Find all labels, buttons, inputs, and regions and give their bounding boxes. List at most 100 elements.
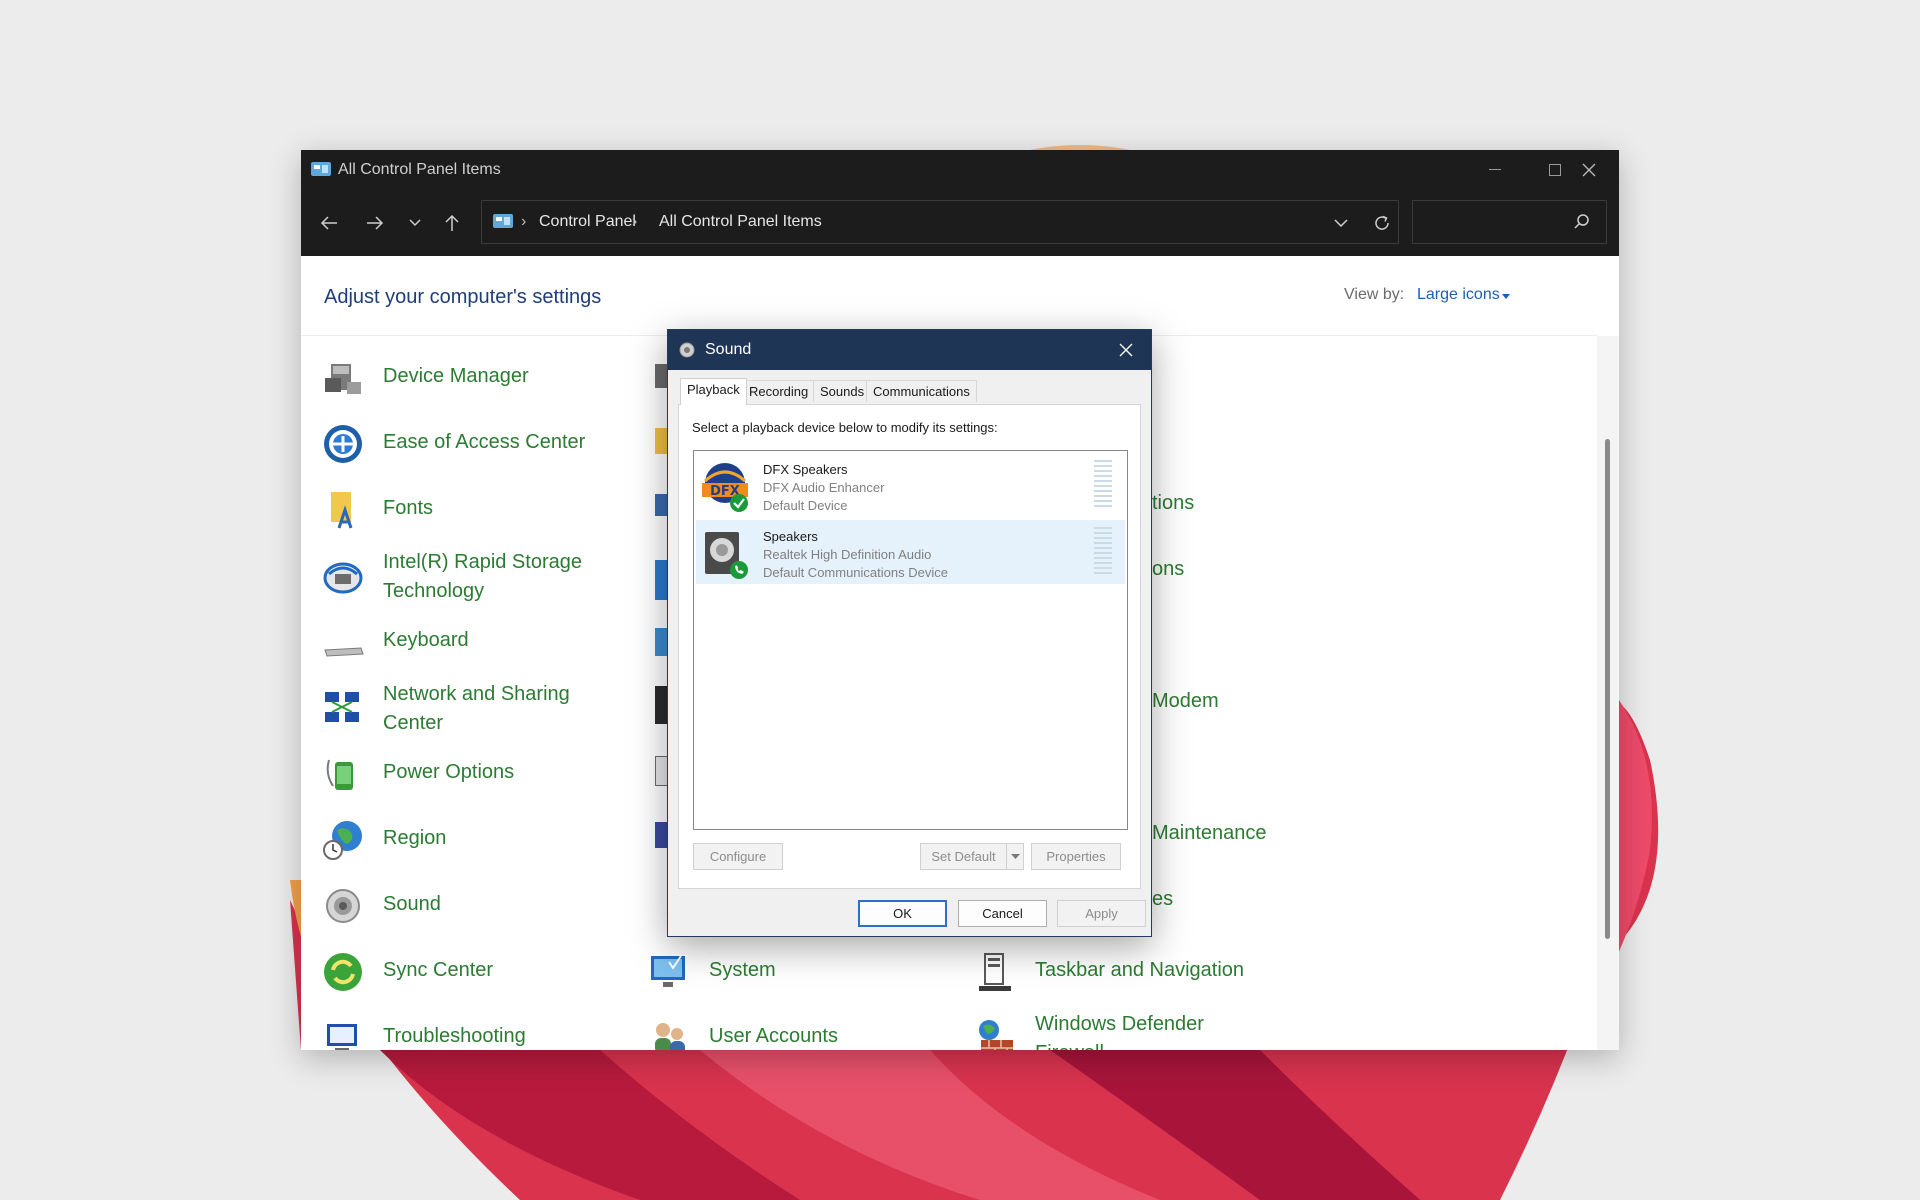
fonts-icon — [331, 492, 353, 529]
cp-item-windows-defender-firewall[interactable]: Windows Defender Firewall — [953, 1012, 1273, 1050]
forward-button[interactable] — [357, 208, 393, 238]
user-accounts-icon — [655, 1023, 685, 1050]
arrow-right-icon — [367, 216, 384, 230]
device-name: Speakers — [763, 529, 818, 544]
system-icon — [651, 955, 685, 987]
cp-item-label-partial[interactable]: ons — [1152, 558, 1184, 581]
tab-playback[interactable]: Playback — [680, 378, 747, 405]
cp-item-power-options[interactable]: Power Options — [301, 748, 621, 808]
firewall-icon — [979, 1020, 1013, 1050]
cancel-button[interactable]: Cancel — [958, 900, 1047, 927]
breadcrumb-all-items[interactable]: All Control Panel Items — [659, 213, 822, 231]
back-button[interactable] — [311, 208, 347, 238]
control-panel-icon — [493, 214, 513, 228]
device-driver: DFX Audio Enhancer — [763, 480, 885, 495]
tab-recording[interactable]: Recording — [742, 380, 816, 402]
playback-panel: Select a playback device below to modify… — [678, 404, 1141, 889]
partial-icon — [655, 364, 667, 388]
volume-meter — [1094, 527, 1112, 579]
cp-item-label-partial[interactable]: es — [1152, 888, 1173, 911]
address-history-button[interactable] — [1327, 209, 1355, 237]
cp-item-label: Windows Defender Firewall — [1035, 1013, 1204, 1050]
speaker-icon — [705, 532, 748, 579]
intel-rst-icon — [323, 562, 363, 594]
cp-item-fonts[interactable]: Fonts — [301, 484, 621, 544]
cp-item-label: Keyboard — [383, 629, 469, 651]
set-default-button[interactable]: Set Default — [920, 843, 1007, 870]
volume-meter — [1094, 460, 1112, 512]
close-window-button[interactable] — [1559, 150, 1619, 190]
navigation-bar: › Control Panel › All Control Panel Item… — [301, 190, 1619, 256]
cp-item-network-sharing[interactable]: Network and Sharing Center — [301, 682, 621, 742]
tab-communications[interactable]: Communications — [866, 380, 977, 402]
cp-item-sync-center[interactable]: Sync Center — [301, 946, 621, 1006]
set-default-dropdown[interactable] — [1006, 843, 1024, 870]
properties-button[interactable]: Properties — [1031, 843, 1121, 870]
view-by-dropdown[interactable]: Large icons — [1417, 286, 1500, 304]
arrow-left-icon — [320, 216, 337, 230]
address-bar[interactable]: › Control Panel › All Control Panel Item… — [481, 200, 1399, 244]
cp-item-label: Ease of Access Center — [383, 431, 586, 453]
chevron-right-icon: › — [632, 213, 638, 230]
cp-item-label: Taskbar and Navigation — [1035, 959, 1245, 981]
minimize-button[interactable] — [1465, 150, 1525, 190]
partial-icon — [655, 560, 667, 600]
close-icon — [1582, 163, 1596, 177]
refresh-button[interactable] — [1368, 209, 1396, 237]
speaker-icon — [679, 342, 695, 358]
region-icon — [323, 821, 362, 860]
up-button[interactable] — [434, 208, 470, 238]
cp-item-label-partial[interactable]: Maintenance — [1152, 822, 1267, 845]
dialog-title: Sound — [705, 341, 752, 358]
recent-locations-button[interactable] — [397, 208, 433, 238]
cp-item-label-partial[interactable]: Modem — [1152, 690, 1219, 713]
cp-item-troubleshooting[interactable]: Troubleshooting — [301, 1012, 621, 1050]
device-item-speakers[interactable]: Speakers Realtek High Definition Audio D… — [696, 520, 1125, 584]
dfx-speaker-icon: DFX — [702, 463, 748, 512]
chevron-right-icon: › — [521, 213, 527, 230]
partial-icon — [655, 428, 667, 454]
window-title: All Control Panel Items — [338, 161, 501, 178]
dialog-close-button[interactable] — [1108, 336, 1144, 364]
vertical-scrollbar[interactable] — [1597, 336, 1619, 1050]
device-manager-icon — [325, 364, 361, 394]
cp-item-label: Network and Sharing Center — [383, 683, 570, 734]
cp-item-ease-of-access[interactable]: Ease of Access Center — [301, 418, 621, 478]
cp-item-intel-rst[interactable]: Intel(R) Rapid Storage Technology — [301, 550, 621, 610]
cp-item-taskbar-navigation[interactable]: Taskbar and Navigation — [953, 946, 1273, 1006]
partial-icon — [655, 628, 667, 656]
tab-sounds[interactable]: Sounds — [813, 380, 872, 402]
cp-item-label-partial[interactable]: tions — [1152, 492, 1194, 515]
device-name: DFX Speakers — [763, 462, 848, 477]
cp-item-sound[interactable]: Sound — [301, 880, 621, 940]
cp-item-label: User Accounts — [709, 1025, 838, 1047]
ok-button[interactable]: OK — [858, 900, 947, 927]
cp-item-device-manager[interactable]: Device Manager — [301, 352, 621, 412]
device-list[interactable]: DFX DFX Speakers DFX Audio Enhancer Defa… — [693, 450, 1128, 830]
window-titlebar[interactable]: All Control Panel Items — [301, 150, 1619, 190]
control-panel-icon — [311, 162, 331, 176]
dialog-titlebar[interactable]: Sound — [668, 330, 1151, 370]
caret-down-icon — [1502, 294, 1510, 299]
search-box[interactable] — [1412, 200, 1607, 244]
device-item-dfx-speakers[interactable]: DFX DFX Speakers DFX Audio Enhancer Defa… — [696, 453, 1125, 517]
device-status: Default Device — [763, 498, 848, 513]
device-status: Default Communications Device — [763, 565, 948, 580]
configure-button[interactable]: Configure — [693, 843, 783, 870]
cp-item-label: Region — [383, 827, 447, 849]
cp-item-region[interactable]: Region — [301, 814, 621, 874]
search-input[interactable] — [1421, 211, 1565, 235]
ease-of-access-icon — [324, 425, 362, 463]
arrow-up-icon — [445, 214, 459, 231]
chevron-down-icon — [409, 219, 421, 227]
apply-button[interactable]: Apply — [1057, 900, 1146, 927]
sound-dialog: Sound Playback Recording Sounds Communic… — [667, 329, 1152, 937]
search-icon — [1574, 214, 1589, 229]
cp-item-keyboard[interactable]: Keyboard — [301, 616, 621, 676]
cp-item-user-accounts[interactable]: User Accounts — [627, 1012, 947, 1050]
cp-item-label: Fonts — [383, 497, 434, 519]
scrollbar-thumb[interactable] — [1605, 439, 1610, 939]
refresh-icon — [1375, 215, 1389, 230]
cp-item-system[interactable]: System — [627, 946, 947, 1006]
breadcrumb-control-panel[interactable]: Control Panel — [539, 213, 636, 231]
